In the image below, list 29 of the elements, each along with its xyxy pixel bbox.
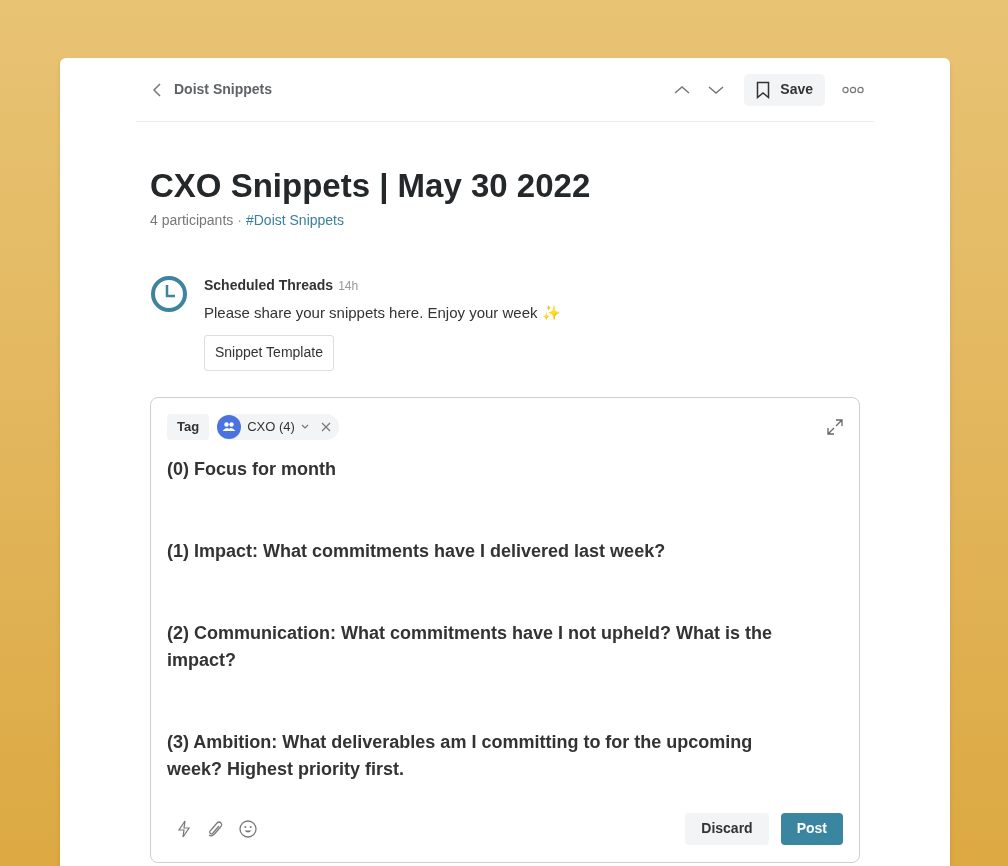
- channel-link[interactable]: #Doist Snippets: [245, 210, 344, 231]
- thread-title: CXO Snippets | May 30 2022: [150, 166, 592, 206]
- save-button[interactable]: Save: [744, 73, 825, 106]
- discard-button[interactable]: Discard: [685, 812, 769, 845]
- close-icon[interactable]: [320, 421, 331, 432]
- expand-icon[interactable]: [827, 418, 843, 435]
- paperclip-icon[interactable]: [207, 819, 223, 838]
- people-icon: [217, 414, 242, 439]
- bookmark-icon: [756, 80, 771, 99]
- clock-icon: [150, 275, 188, 313]
- emoji-icon[interactable]: [239, 819, 257, 838]
- lightning-icon[interactable]: [177, 819, 191, 838]
- group-chip[interactable]: CXO (4): [217, 413, 339, 440]
- chevron-up-icon[interactable]: [674, 84, 691, 95]
- back-button[interactable]: Doist Snippets: [152, 79, 272, 100]
- post-button[interactable]: Post: [780, 812, 843, 845]
- timestamp: 14h: [338, 278, 359, 295]
- author-name: Scheduled Threads: [204, 276, 334, 295]
- more-icon[interactable]: [842, 85, 864, 94]
- tag-label[interactable]: Tag: [167, 413, 210, 440]
- chevron-down-icon[interactable]: [708, 84, 725, 95]
- back-icon: [152, 81, 162, 98]
- caret-icon: [300, 423, 309, 430]
- attachment-button[interactable]: Snippet Template: [204, 334, 334, 371]
- participant-count: 4 participants: [150, 211, 234, 230]
- message-input[interactable]: (0) Focus for month (1) Impact: What commitments have I delivered last week? (2) Communication: What commitments have I not upheld? What is the impact? (3) Ambition: What deliverables am I committing to for the upcoming week? Highest priority first.: [167, 455, 843, 796]
- separator-dot: ·: [237, 211, 242, 230]
- group-label: CXO (4): [247, 417, 295, 436]
- message-text: Please share your snippets here. Enjoy your week ✨: [204, 303, 561, 323]
